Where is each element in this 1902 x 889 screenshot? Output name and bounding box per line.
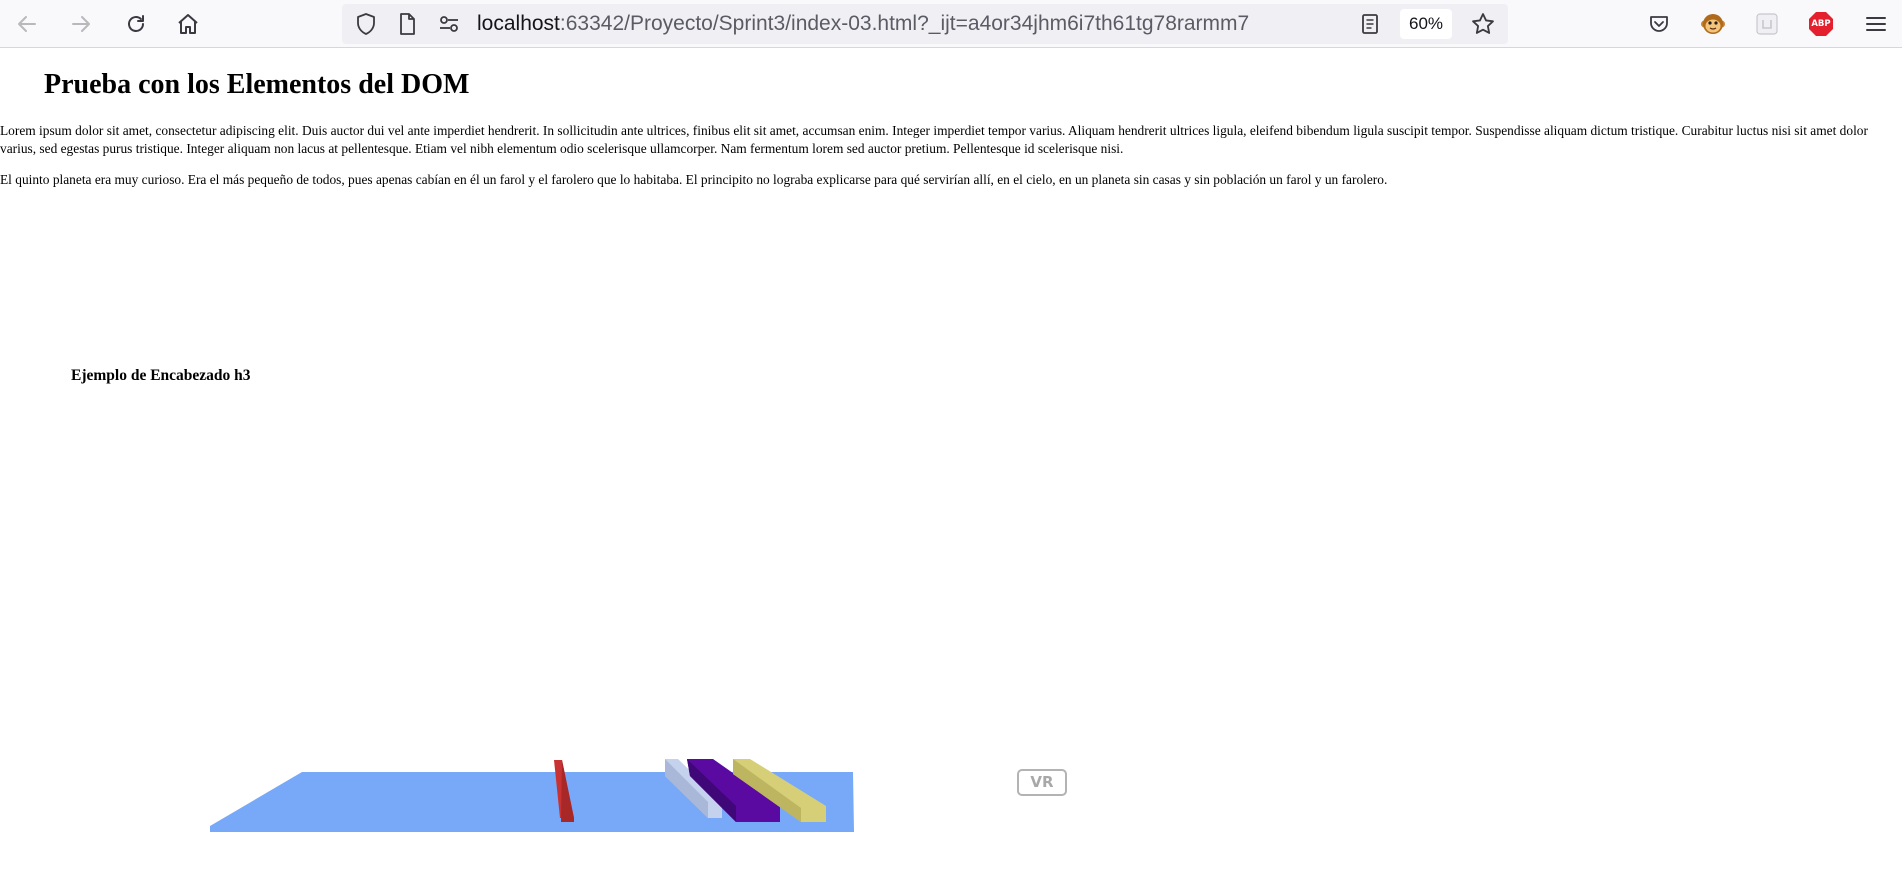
url-bar[interactable]: localhost:63342/Proyecto/Sprint3/index-0…: [342, 4, 1508, 44]
bookmark-star-icon[interactable]: [1470, 11, 1496, 42]
story-paragraph: El quinto planeta era muy curioso. Era e…: [0, 172, 1388, 187]
h3-heading: Ejemplo de Encabezado h3: [71, 367, 251, 384]
url-path: :63342/Proyecto/Sprint3/index-03.html?_i…: [559, 12, 1250, 35]
zoom-level-button[interactable]: 60%: [1400, 9, 1452, 39]
home-icon: [176, 12, 200, 36]
monkey-extension-button[interactable]: [1695, 6, 1731, 42]
adblock-plus-button[interactable]: ABP: [1803, 6, 1839, 42]
scene-canvas: [210, 759, 854, 832]
forward-button[interactable]: [63, 6, 99, 42]
home-button[interactable]: [170, 6, 206, 42]
adblock-plus-icon: ABP: [1808, 11, 1834, 37]
menu-button[interactable]: [1858, 6, 1894, 42]
reload-button[interactable]: [118, 6, 154, 42]
pocket-icon: [1647, 12, 1671, 36]
3d-scene[interactable]: [210, 698, 860, 843]
monkey-face-icon: [1700, 11, 1726, 37]
extension-disabled-icon: [1755, 12, 1779, 36]
url-text[interactable]: localhost:63342/Proyecto/Sprint3/index-0…: [477, 4, 1249, 44]
disabled-extension-button[interactable]: [1749, 6, 1785, 42]
vr-mode-button[interactable]: VR: [1017, 769, 1067, 796]
url-host: localhost: [477, 12, 560, 35]
back-button[interactable]: [9, 6, 45, 42]
permissions-icon[interactable]: [437, 12, 461, 41]
reload-icon: [124, 12, 148, 36]
adblock-plus-label: ABP: [1811, 19, 1831, 29]
browser-toolbar: localhost:63342/Proyecto/Sprint3/index-0…: [0, 0, 1902, 48]
reader-view-icon[interactable]: [1358, 12, 1382, 41]
page-title: Prueba con los Elementos del DOM: [44, 69, 470, 100]
arrow-right-icon: [69, 12, 93, 36]
lorem-paragraph: Lorem ipsum dolor sit amet, consectetur …: [0, 123, 1868, 156]
page-icon[interactable]: [395, 12, 419, 41]
pocket-button[interactable]: [1641, 6, 1677, 42]
arrow-left-icon: [15, 12, 39, 36]
hamburger-menu-icon: [1865, 13, 1887, 35]
shield-icon[interactable]: [354, 12, 378, 41]
